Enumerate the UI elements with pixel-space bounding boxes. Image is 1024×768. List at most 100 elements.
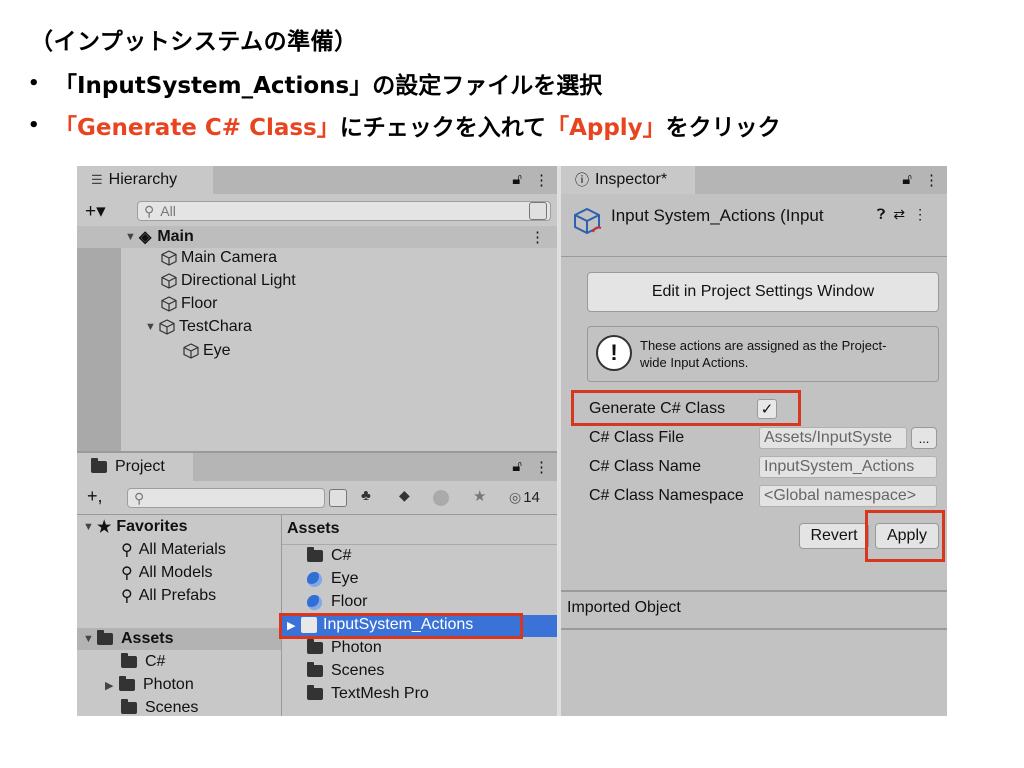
namespace-field[interactable]: <Global namespace> — [759, 485, 937, 507]
tree-folder-csharp[interactable]: C# — [121, 653, 165, 671]
imported-object-header[interactable]: Imported Object — [567, 599, 681, 617]
search-icon: ⚲ — [144, 202, 155, 219]
tree-folder-label: Photon — [143, 676, 194, 693]
favorite-all-materials[interactable]: ⚲ All Materials — [121, 540, 226, 560]
bullet-highlight-apply: 「Apply」 — [546, 115, 666, 141]
search-icon: ⚲ — [121, 588, 133, 605]
inspector-panel: ⓘ Inspector* 🔓︎ ⋮ Input System_Actions (… — [561, 166, 947, 716]
tab-label: Project — [115, 458, 165, 475]
asset-material-eye[interactable]: Eye — [307, 570, 359, 588]
tab-project[interactable]: Project — [77, 453, 193, 481]
asset-folder-scenes[interactable]: Scenes — [307, 662, 384, 680]
gameobject-label: Eye — [203, 342, 231, 359]
expand-arrow-icon[interactable]: ▼ — [125, 231, 139, 243]
search-placeholder: All — [160, 203, 176, 219]
scene-menu-icon[interactable]: ⋮ — [530, 228, 545, 246]
browse-button[interactable]: ... — [911, 427, 937, 449]
class-file-field[interactable]: Assets/InputSyste — [759, 427, 907, 449]
edit-project-settings-button[interactable]: Edit in Project Settings Window — [587, 272, 939, 312]
filter-by-log-icon[interactable] — [433, 490, 449, 506]
search-type-icon[interactable] — [529, 202, 547, 220]
folder-icon — [121, 699, 137, 714]
unity-scene-icon: ◈ — [139, 229, 152, 246]
hidden-packages-toggle[interactable]: ◎ 14 — [509, 489, 540, 506]
revert-button[interactable]: Revert — [799, 523, 869, 549]
preset-icon[interactable]: ⇄ — [893, 206, 905, 223]
project-tabbar: Project 🔓︎ ⋮ — [77, 453, 557, 481]
asset-folder-photon[interactable]: Photon — [307, 639, 382, 657]
kebab-menu-icon[interactable]: ⋮ — [534, 458, 549, 476]
gameobject-testchara[interactable]: ▼ TestChara — [145, 318, 252, 336]
gameobject-floor[interactable]: Floor — [161, 295, 217, 313]
lock-icon[interactable]: 🔓︎ — [512, 458, 522, 476]
gameobject-cube-icon — [161, 250, 177, 266]
create-asset-button[interactable]: +, — [87, 486, 103, 507]
favorite-all-prefabs[interactable]: ⚲ All Prefabs — [121, 586, 216, 606]
kebab-menu-icon[interactable]: ⋮ — [913, 206, 927, 223]
bullet-marker: • — [28, 72, 40, 94]
expand-arrow-icon[interactable]: ▼ — [83, 633, 97, 645]
class-name-field[interactable]: InputSystem_Actions — [759, 456, 937, 478]
bullet-text: にチェックを入れて — [339, 115, 547, 141]
gameobject-eye[interactable]: Eye — [183, 342, 231, 360]
material-icon — [307, 571, 322, 587]
slide-heading: （インプットシステムの準備） — [30, 29, 358, 55]
asset-label: Eye — [331, 570, 359, 587]
folder-open-icon — [97, 630, 113, 645]
project-search-input[interactable]: ⚲ — [127, 488, 325, 508]
add-dropdown-button[interactable]: +▾ — [85, 200, 106, 223]
help-icon[interactable]: ❓︎ — [877, 206, 885, 223]
favorite-all-models[interactable]: ⚲ All Models — [121, 563, 213, 583]
gameobject-cube-icon — [159, 319, 175, 335]
gameobject-directional-light[interactable]: Directional Light — [161, 272, 296, 290]
folder-icon — [307, 639, 323, 654]
tree-folder-photon[interactable]: ▶ Photon — [105, 676, 194, 694]
bullet-generate-apply: • 「Generate C# Class」 にチェックを入れて 「Apply」 … — [28, 108, 781, 142]
info-icon: ⓘ — [575, 172, 589, 188]
gameobject-main-camera[interactable]: Main Camera — [161, 249, 277, 267]
expand-arrow-icon[interactable]: ▼ — [145, 321, 159, 333]
tree-folder-label: C# — [145, 653, 166, 670]
callout-input-actions — [279, 613, 523, 639]
list-icon: ☰ — [91, 172, 103, 187]
filter-by-type-icon[interactable]: ♣ — [361, 487, 371, 504]
folder-icon — [307, 685, 323, 700]
unity-editor-screenshot: ☰ Hierarchy 🔓︎ ⋮ +▾ ⚲ All ▼ ◈ Main ⋮ Mai… — [77, 166, 947, 716]
callout-apply — [865, 510, 945, 562]
asset-folder-csharp[interactable]: C# — [307, 547, 351, 565]
class-file-label: C# Class File — [589, 429, 685, 446]
asset-material-floor[interactable]: Floor — [307, 593, 367, 611]
star-filter-icon[interactable]: ★ — [473, 487, 486, 505]
hierarchy-search-input[interactable]: ⚲ All — [137, 201, 551, 221]
folder-icon — [91, 458, 107, 473]
tree-folder-scenes[interactable]: Scenes — [121, 699, 198, 716]
material-icon — [307, 594, 322, 610]
search-in-icon[interactable] — [329, 489, 347, 507]
tab-inspector[interactable]: ⓘ Inspector* — [561, 166, 695, 194]
gameobject-cube-icon — [161, 296, 177, 312]
scene-main[interactable]: ▼ ◈ Main — [125, 227, 194, 247]
tab-hierarchy[interactable]: ☰ Hierarchy — [77, 166, 213, 194]
expand-arrow-icon[interactable]: ▼ — [83, 521, 97, 533]
kebab-menu-icon[interactable]: ⋮ — [534, 171, 549, 189]
favorites-node[interactable]: ▼ ★ Favorites — [83, 517, 187, 537]
assets-node[interactable]: ▼ Assets — [83, 630, 173, 648]
lock-icon[interactable]: 🔓︎ — [902, 171, 912, 189]
gameobject-cube-icon — [161, 273, 177, 289]
project-panel: Project 🔓︎ ⋮ +, ⚲ ♣ ◆ ★ ◎ 14 ▼ ★ Favorit… — [77, 453, 557, 716]
asset-folder-textmesh-pro[interactable]: TextMesh Pro — [307, 685, 429, 703]
inspector-header-tools: ❓︎ ⇄ ⋮ — [877, 206, 927, 223]
filter-by-label-icon[interactable]: ◆ — [399, 487, 410, 504]
hierarchy-tabbar: ☰ Hierarchy 🔓︎ ⋮ — [77, 166, 557, 194]
expand-arrow-icon[interactable]: ▶ — [105, 679, 119, 692]
lock-icon[interactable]: 🔓︎ — [512, 171, 522, 189]
assets-breadcrumb[interactable]: Assets — [287, 520, 339, 538]
hierarchy-gutter — [77, 248, 121, 451]
tree-folder-label: Scenes — [145, 699, 199, 716]
gameobject-label: Main Camera — [181, 249, 278, 266]
info-text-line: These actions are assigned as the Projec… — [640, 338, 887, 353]
gameobject-label: Floor — [181, 295, 218, 312]
favorites-label: Favorites — [116, 518, 188, 535]
kebab-menu-icon[interactable]: ⋮ — [924, 171, 939, 189]
info-text-line: wide Input Actions. — [640, 355, 749, 370]
